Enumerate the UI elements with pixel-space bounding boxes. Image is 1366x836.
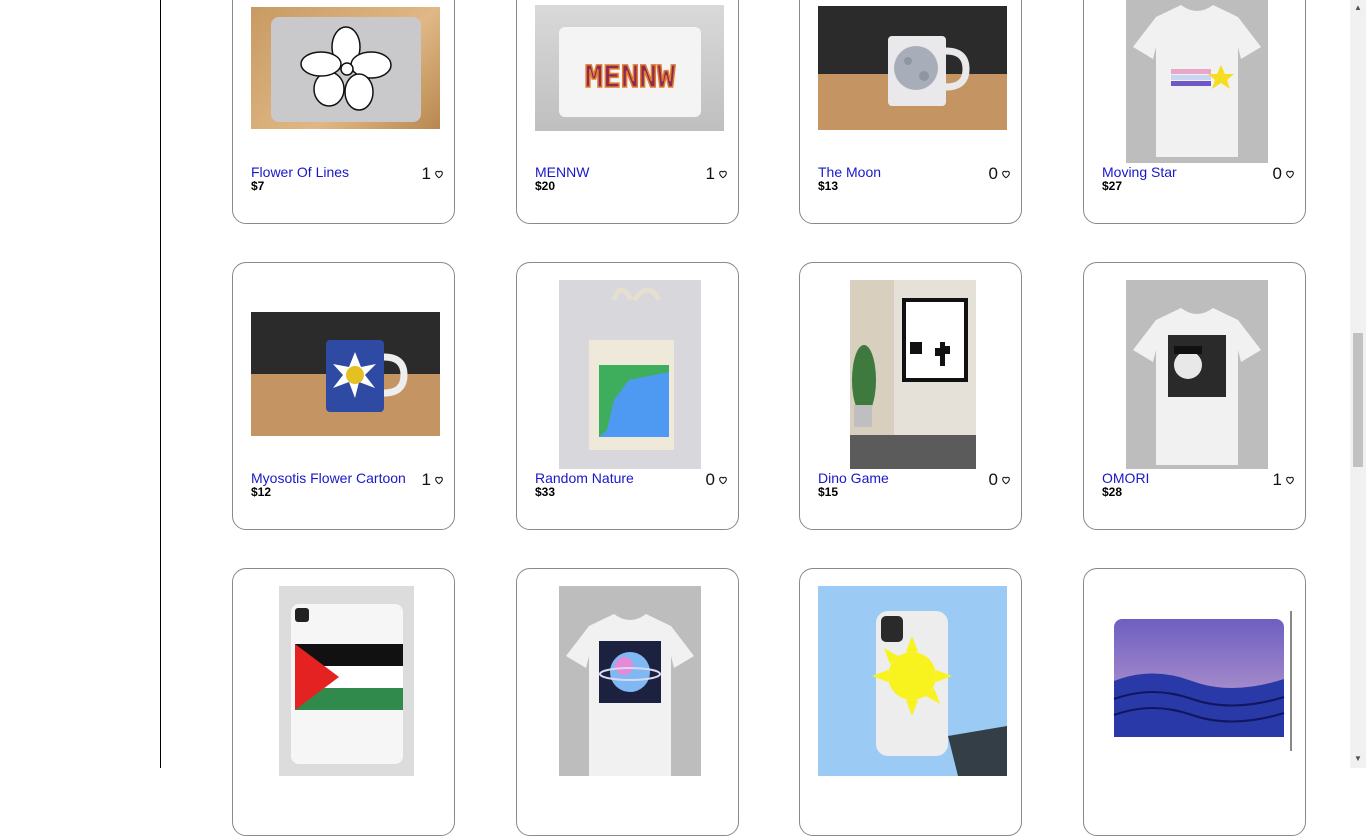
laptop-sleeve-illustration: [1113, 611, 1292, 751]
heart-outline-icon[interactable]: [1285, 475, 1295, 485]
like-control[interactable]: 0: [706, 470, 728, 490]
product-card[interactable]: [799, 568, 1022, 836]
product-price: $20: [535, 179, 556, 193]
product-card[interactable]: MENNW MENNW $20 1: [516, 0, 739, 224]
like-count: 1: [705, 164, 715, 183]
product-price: $27: [1102, 179, 1123, 193]
product-card[interactable]: [232, 568, 455, 836]
product-name-link[interactable]: Myosotis Flower Cartoon: [251, 470, 406, 486]
product-image-planet-tshirt[interactable]: [559, 586, 701, 776]
product-card[interactable]: Myosotis Flower Cartoon $12 1: [232, 262, 455, 530]
poster-illustration: [850, 298, 976, 469]
mug-illustration: [888, 36, 970, 106]
product-price: $7: [251, 179, 265, 193]
product-image-omori[interactable]: [1126, 280, 1268, 469]
product-card[interactable]: Random Nature $33 0: [516, 262, 739, 530]
phone-case-illustration: [872, 611, 1007, 776]
product-name-link[interactable]: OMORI: [1102, 470, 1149, 486]
like-control[interactable]: 1: [706, 164, 728, 184]
tshirt-illustration: [1133, 308, 1261, 465]
product-image-flag-tablet-case[interactable]: [279, 586, 414, 776]
product-image-waves-laptop-sleeve[interactable]: [1112, 611, 1292, 751]
product-image-random-nature[interactable]: [559, 280, 701, 469]
product-image-dino-game[interactable]: [850, 280, 976, 469]
scrollbar-thumb[interactable]: [1353, 333, 1363, 467]
product-name-link[interactable]: MENNW: [535, 164, 589, 180]
product-name-link[interactable]: Random Nature: [535, 470, 634, 486]
scroll-down-arrow-icon[interactable]: ▼: [1354, 754, 1362, 763]
like-count: 1: [421, 470, 431, 489]
product-name-link[interactable]: Dino Game: [818, 470, 889, 486]
product-name-link[interactable]: Flower Of Lines: [251, 164, 349, 180]
product-image-moving-star[interactable]: [1126, 0, 1268, 163]
product-card[interactable]: [1083, 568, 1306, 836]
product-price: $33: [535, 485, 556, 499]
product-name-link[interactable]: The Moon: [818, 164, 881, 180]
like-count: 0: [988, 164, 998, 183]
heart-outline-icon[interactable]: [718, 169, 728, 179]
like-control[interactable]: 0: [1273, 164, 1295, 184]
product-card[interactable]: Moving Star $27 0: [1083, 0, 1306, 224]
like-control[interactable]: 1: [422, 470, 444, 490]
heart-outline-icon[interactable]: [1285, 169, 1295, 179]
like-count: 0: [988, 470, 998, 489]
vertical-scrollbar[interactable]: ▲ ▼: [1350, 0, 1366, 768]
like-control[interactable]: 0: [989, 164, 1011, 184]
product-card[interactable]: [516, 568, 739, 836]
heart-outline-icon[interactable]: [718, 475, 728, 485]
product-image-sun-phone-case[interactable]: [818, 586, 1007, 776]
heart-outline-icon[interactable]: [434, 475, 444, 485]
like-control[interactable]: 1: [1273, 470, 1295, 490]
scroll-up-arrow-icon[interactable]: ▲: [1354, 3, 1362, 12]
like-count: 0: [1272, 164, 1282, 183]
product-image-the-moon[interactable]: [818, 6, 1007, 130]
svg-text:MENNW: MENNW: [585, 60, 676, 95]
product-image-myosotis-flower-cartoon[interactable]: [251, 312, 440, 436]
product-image-flower-of-lines[interactable]: [251, 7, 440, 129]
product-price: $15: [818, 485, 839, 499]
product-card[interactable]: Flower Of Lines $7 1: [232, 0, 455, 224]
heart-outline-icon[interactable]: [1001, 169, 1011, 179]
like-count: 0: [705, 470, 715, 489]
tshirt-illustration: [566, 614, 694, 776]
laptop-sticker-illustration: MENNW: [559, 27, 701, 117]
tshirt-illustration: [1133, 5, 1261, 157]
heart-outline-icon[interactable]: [434, 169, 444, 179]
product-card[interactable]: OMORI $28 1: [1083, 262, 1306, 530]
tote-bag-illustration: [589, 287, 674, 450]
tablet-case-illustration: [291, 604, 403, 764]
laptop-sticker-illustration: [271, 17, 421, 122]
product-name-link[interactable]: Moving Star: [1102, 164, 1177, 180]
product-image-mennw[interactable]: MENNW: [535, 5, 724, 131]
like-count: 1: [421, 164, 431, 183]
heart-outline-icon[interactable]: [1001, 475, 1011, 485]
product-price: $13: [818, 179, 839, 193]
like-control[interactable]: 0: [989, 470, 1011, 490]
product-price: $12: [251, 485, 272, 499]
product-card[interactable]: Dino Game $15 0: [799, 262, 1022, 530]
like-count: 1: [1272, 470, 1282, 489]
product-grid: Flower Of Lines $7 1 MENNW MENNW $20 1 T…: [0, 0, 1350, 836]
mug-illustration: [326, 340, 408, 412]
product-price: $28: [1102, 485, 1123, 499]
product-card[interactable]: The Moon $13 0: [799, 0, 1022, 224]
like-control[interactable]: 1: [422, 164, 444, 184]
